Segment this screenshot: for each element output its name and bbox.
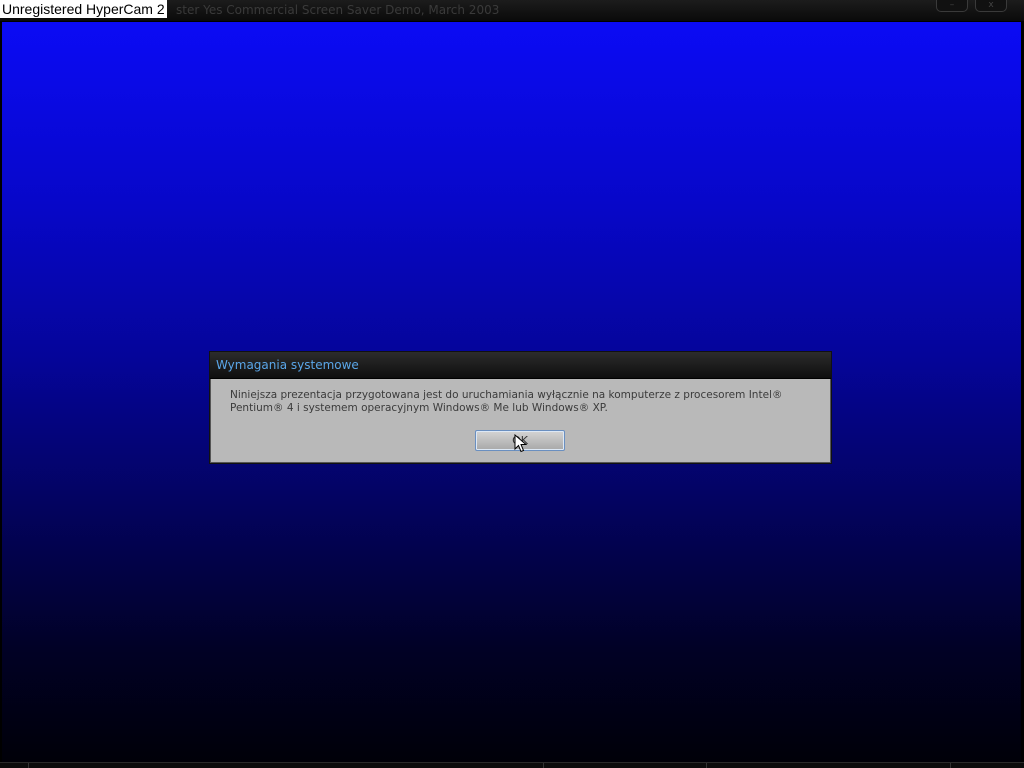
minimize-icon: – (949, 0, 955, 10)
close-button[interactable]: x (975, 0, 1007, 12)
watermark: Unregistered HyperCam 2 (0, 0, 167, 18)
strip-segment (28, 763, 29, 768)
dialog-title: Wymagania systemowe (216, 358, 359, 372)
strip-segment (706, 763, 707, 768)
dialog-titlebar: Wymagania systemowe (210, 352, 831, 379)
window-title: ster Yes Commercial Screen Saver Demo, M… (176, 3, 500, 17)
bottom-strip (0, 762, 1024, 768)
strip-segment (543, 763, 544, 768)
arrow-cursor-icon (514, 434, 528, 453)
close-icon: x (988, 0, 994, 10)
strip-segment (950, 763, 951, 768)
dialog-message: Niniejsza prezentacja przygotowana jest … (230, 389, 783, 414)
minimize-button[interactable]: – (936, 0, 968, 12)
screen: ster Yes Commercial Screen Saver Demo, M… (0, 0, 1024, 768)
